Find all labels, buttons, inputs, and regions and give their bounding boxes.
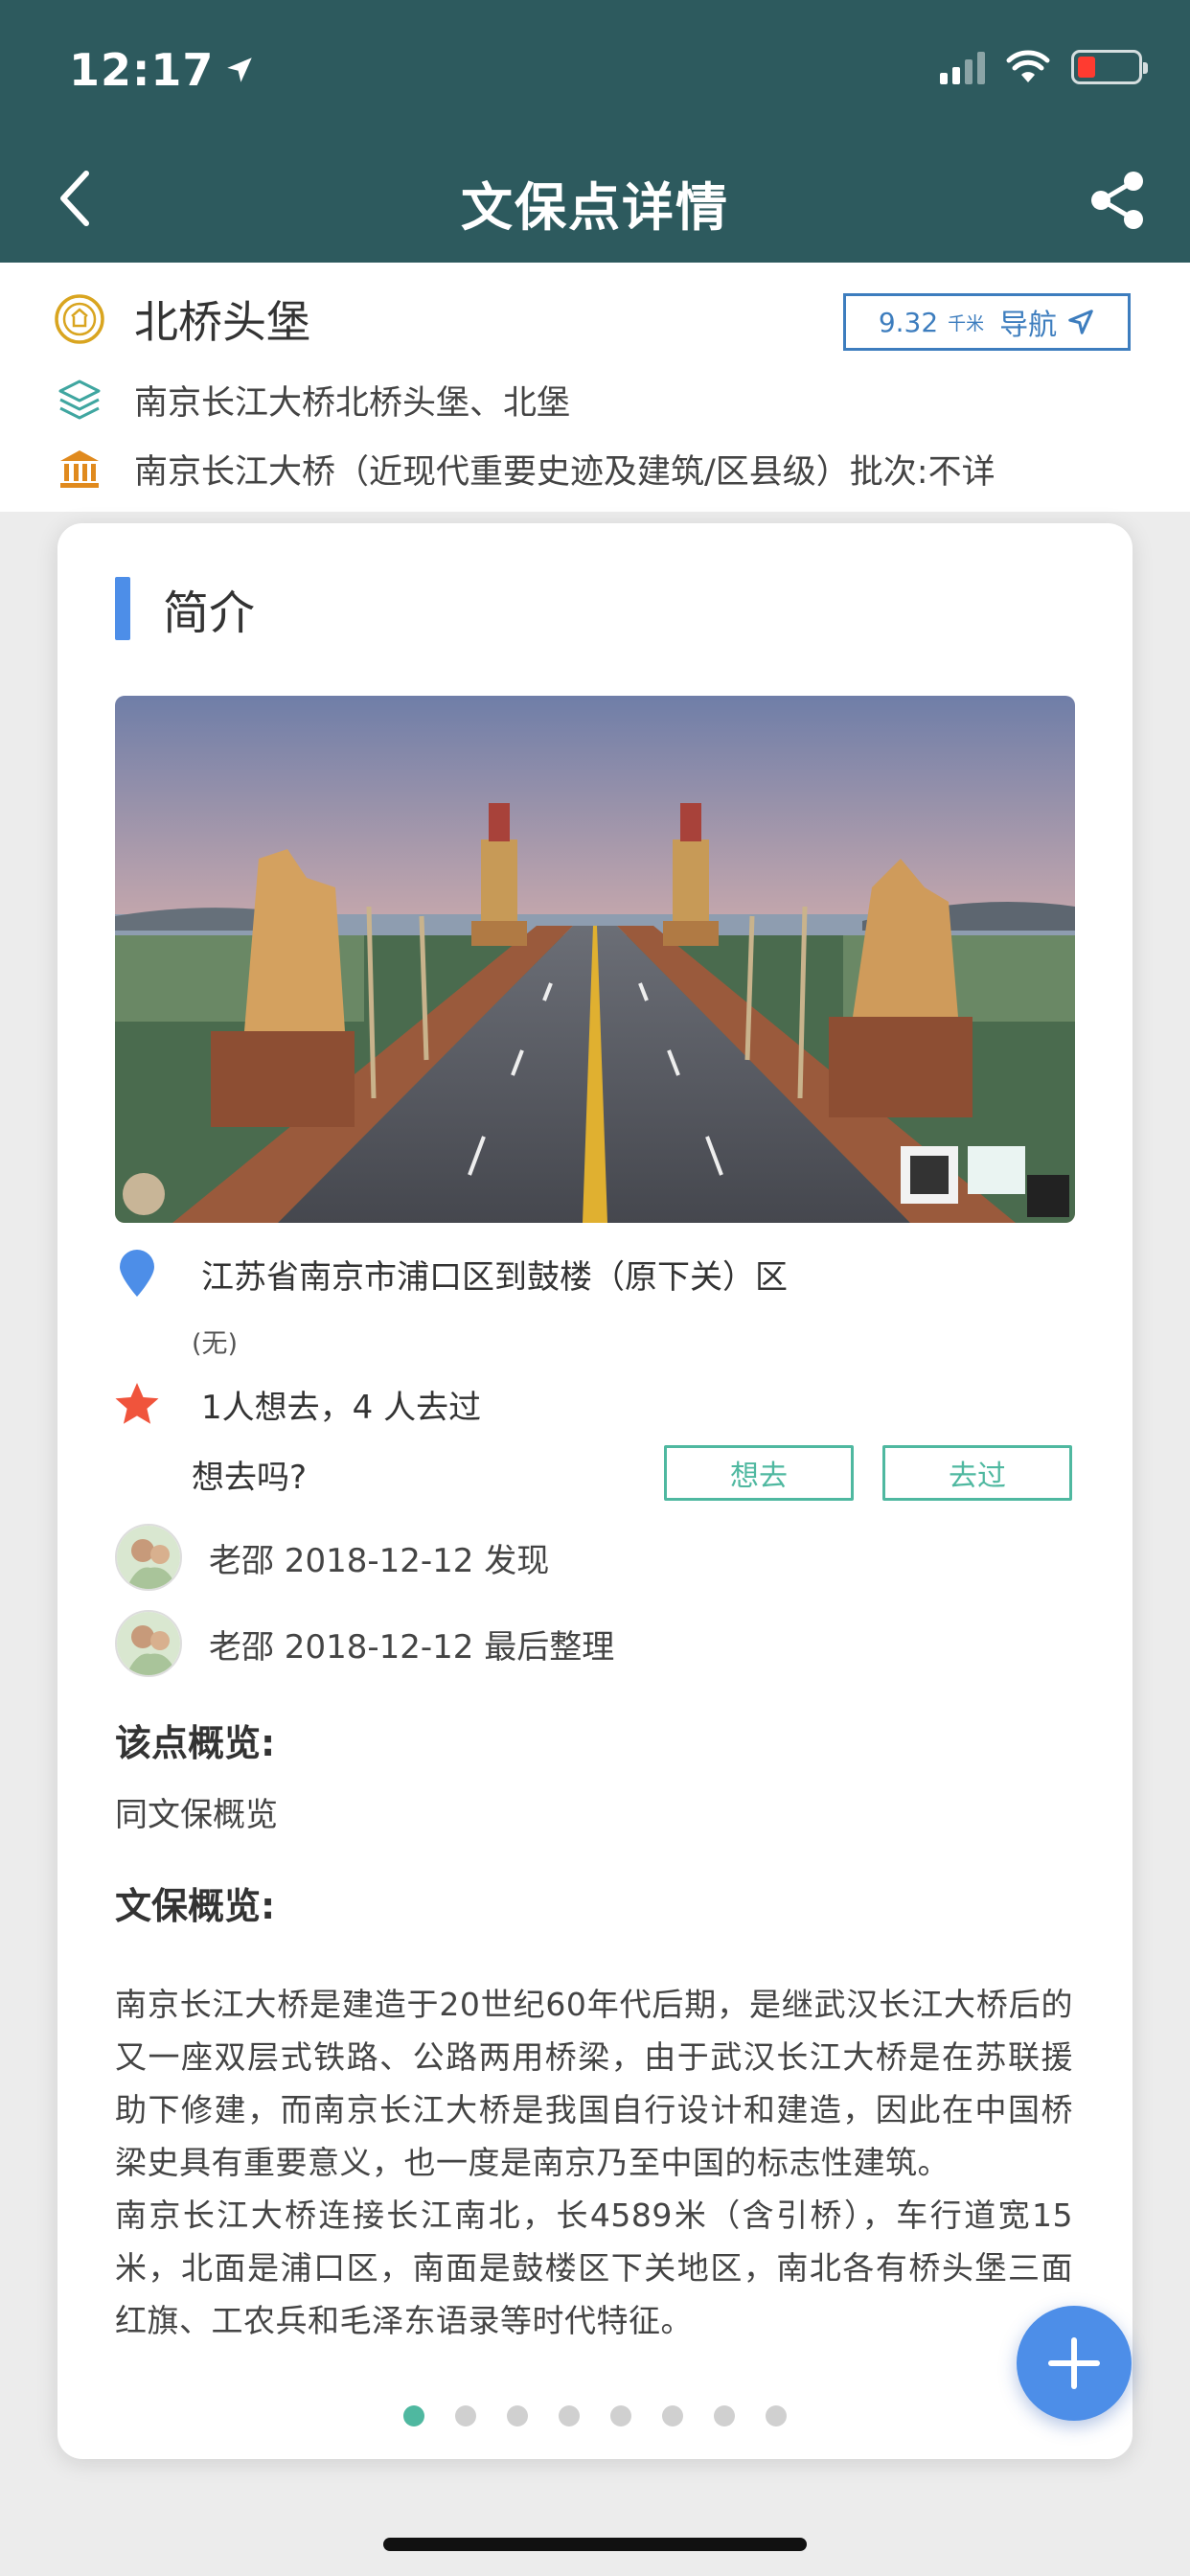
layers-icon: [54, 374, 105, 426]
heritage-overview-title: 文保概览:: [115, 1885, 276, 1927]
want-to-go-prompt: 想去吗?: [192, 1459, 308, 1497]
plus-icon: [1048, 2337, 1100, 2389]
last-edited-info: 老邵 2018-12-12 最后整理: [209, 1627, 615, 1667]
page-dot[interactable]: [455, 2405, 476, 2426]
page-dot[interactable]: [662, 2405, 683, 2426]
page-dot[interactable]: [403, 2405, 424, 2426]
share-button[interactable]: [1087, 169, 1150, 232]
overview-text: 同文保概览: [115, 1796, 278, 1834]
page-dot[interactable]: [559, 2405, 580, 2426]
editor-row: 老邵 2018-12-12 最后整理: [115, 1610, 614, 1677]
page-dot[interactable]: [766, 2405, 787, 2426]
overview-title: 该点概览:: [115, 1722, 276, 1764]
star-icon: [111, 1378, 163, 1430]
site-info: 北桥头堡 9.32 千米 导航 南京长江大桥北桥头堡、北堡 南京长江大桥（近现代…: [0, 263, 1190, 512]
site-alias-row: 南京长江大桥北桥头堡、北堡: [54, 374, 570, 426]
discovered-info: 老邵 2018-12-12 发现: [209, 1541, 550, 1580]
signal-icon: [940, 50, 985, 84]
wifi-icon: [1006, 50, 1050, 82]
nav-label: 导航: [999, 309, 1058, 342]
heritage-level-row: 南京长江大桥（近现代重要史迹及建筑/区县级）批次:不详: [54, 443, 995, 494]
site-photo[interactable]: [115, 696, 1075, 1223]
page-dot[interactable]: [507, 2405, 528, 2426]
location-arrow-icon: [227, 58, 253, 82]
navigate-arrow-icon: [1068, 310, 1093, 334]
description-paragraph: 南京长江大桥连接长江南北，长4589米（含引桥），车行道宽15米，北面是浦口区，…: [115, 2196, 1073, 2339]
visit-stats-row: 1人想去，4 人去过: [111, 1378, 481, 1430]
site-alias: 南京长江大桥北桥头堡、北堡: [134, 383, 571, 423]
share-icon: [1091, 172, 1143, 229]
app-header: 12:17 文保点详情: [0, 0, 1190, 263]
status-indicators: [940, 50, 1148, 84]
site-name-row: 北桥头堡: [54, 288, 310, 351]
page-title: 文保点详情: [461, 177, 729, 238]
heritage-description: 南京长江大桥是建造于20世纪60年代后期，是继武汉长江大桥后的又一座双层式铁路、…: [115, 1978, 1073, 2347]
address-note: (无): [192, 1329, 239, 1359]
intro-card: 简介 江苏省南京市浦口区到鼓楼（原下关）区 (无) 1人想去，4 人去过 想去吗…: [57, 523, 1133, 2459]
map-pin-icon: [111, 1248, 163, 1300]
want-to-go-button[interactable]: 想去: [664, 1445, 854, 1501]
status-time: 12:17: [69, 44, 256, 96]
nav-distance: 9.32: [878, 306, 939, 338]
address-row: 江苏省南京市浦口区到鼓楼（原下关）区: [111, 1248, 788, 1300]
page-dot[interactable]: [610, 2405, 631, 2426]
status-time-text: 12:17: [69, 44, 215, 96]
home-indicator: [383, 2538, 807, 2551]
nav-distance-unit: 千米: [948, 312, 985, 334]
description-paragraph: 南京长江大桥是建造于20世纪60年代后期，是继武汉长江大桥后的又一座双层式铁路、…: [115, 1986, 1073, 2181]
navigate-button[interactable]: 9.32 千米 导航: [843, 293, 1131, 351]
avatar[interactable]: [115, 1610, 182, 1677]
add-button[interactable]: [1017, 2306, 1132, 2421]
heritage-level: 南京长江大桥（近现代重要史迹及建筑/区县级）批次:不详: [134, 452, 995, 492]
section-accent-bar: [115, 577, 130, 640]
page-dot[interactable]: [714, 2405, 735, 2426]
page-indicator: [57, 2405, 1133, 2426]
intro-section-header: 简介: [115, 575, 255, 642]
museum-icon: [54, 443, 105, 494]
site-name: 北桥头堡: [134, 296, 310, 348]
battery-icon: [1071, 50, 1148, 84]
avatar[interactable]: [115, 1524, 182, 1591]
visit-stats: 1人想去，4 人去过: [201, 1388, 482, 1427]
seal-icon: [54, 293, 105, 345]
address-text: 江苏省南京市浦口区到鼓楼（原下关）区: [201, 1257, 788, 1297]
been-there-button[interactable]: 去过: [882, 1445, 1072, 1501]
intro-section-title: 简介: [163, 586, 256, 640]
discoverer-row: 老邵 2018-12-12 发现: [115, 1524, 549, 1591]
